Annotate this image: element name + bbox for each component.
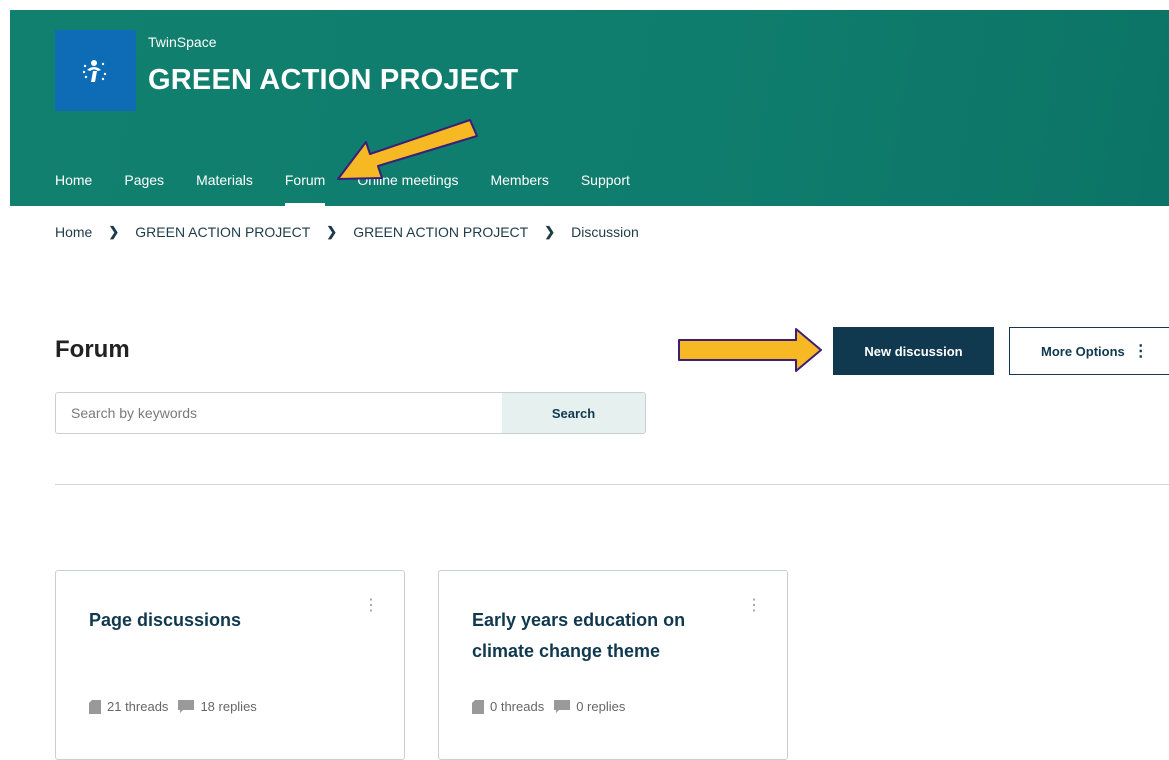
project-header: TwinSpace GREEN ACTION PROJECT Home Page… (10, 10, 1169, 206)
thread-count: 0 threads (490, 699, 545, 714)
more-options-button[interactable]: More Options ⋮ (1009, 327, 1169, 375)
speech-bubble-icon (554, 700, 571, 713)
chevron-right-icon: ❯ (544, 224, 556, 239)
vertical-dots-icon[interactable]: ⋮ (746, 598, 762, 614)
annotation-arrow (678, 328, 822, 372)
nav-pages[interactable]: Pages (124, 170, 180, 206)
eu-stars-figure-icon (82, 59, 106, 82)
card-stats: 0 threads 0 replies (472, 699, 625, 714)
thread-count: 21 threads (107, 699, 169, 714)
nav-online-meetings[interactable]: Online meetings (357, 170, 474, 206)
breadcrumb-home[interactable]: Home (55, 224, 92, 240)
forum-card[interactable]: Page discussions ⋮ 21 threads 18 replies (55, 570, 405, 760)
card-title[interactable]: Early years education on climate change … (472, 605, 732, 667)
breadcrumb-project-2[interactable]: GREEN ACTION PROJECT (353, 224, 528, 240)
vertical-dots-icon: ⋮ (1132, 343, 1149, 360)
search-button[interactable]: Search (502, 393, 645, 433)
brand-name: TwinSpace (148, 34, 217, 50)
nav-members[interactable]: Members (490, 170, 564, 206)
divider (55, 484, 1169, 485)
nav-forum[interactable]: Forum (284, 170, 341, 206)
chevron-right-icon: ❯ (326, 224, 338, 239)
more-options-label: More Options (1041, 343, 1125, 359)
forum-card[interactable]: Early years education on climate change … (438, 570, 788, 760)
twinspace-logo[interactable] (55, 30, 136, 111)
nav-home[interactable]: Home (55, 170, 108, 206)
vertical-dots-icon[interactable]: ⋮ (363, 598, 379, 614)
page-title: Forum (55, 336, 130, 363)
document-icon (89, 699, 101, 714)
search-input[interactable] (56, 393, 502, 433)
card-stats: 21 threads 18 replies (89, 699, 257, 714)
nav-materials[interactable]: Materials (196, 170, 269, 206)
new-discussion-button[interactable]: New discussion (833, 327, 994, 375)
chevron-right-icon: ❯ (108, 224, 120, 239)
nav-support[interactable]: Support (581, 170, 646, 206)
reply-count: 0 replies (576, 699, 626, 714)
document-icon (472, 699, 484, 714)
reply-count: 18 replies (200, 699, 257, 714)
breadcrumb: Home ❯ GREEN ACTION PROJECT ❯ GREEN ACTI… (55, 224, 639, 240)
breadcrumb-discussion: Discussion (571, 224, 639, 240)
breadcrumb-project[interactable]: GREEN ACTION PROJECT (135, 224, 310, 240)
card-title[interactable]: Page discussions (89, 605, 349, 636)
search-bar: Search (55, 392, 646, 434)
main-nav: Home Pages Materials Forum Online meetin… (55, 170, 662, 206)
project-title: GREEN ACTION PROJECT (148, 64, 519, 96)
speech-bubble-icon (178, 700, 195, 713)
